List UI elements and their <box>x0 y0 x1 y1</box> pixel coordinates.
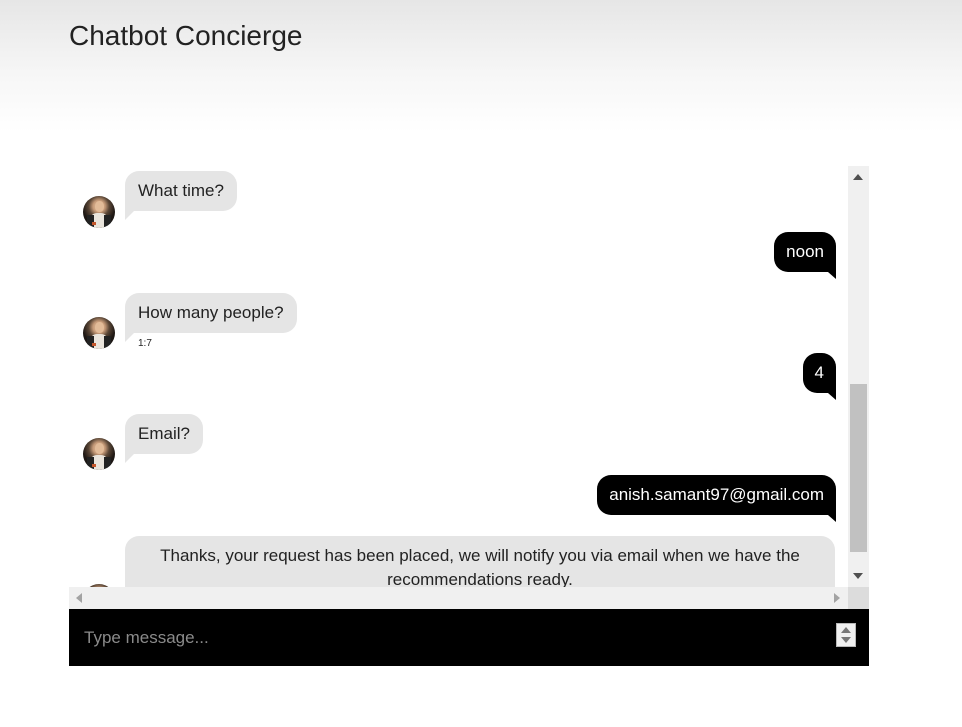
vertical-scrollbar[interactable] <box>848 166 869 587</box>
page-header: Chatbot Concierge <box>0 0 962 132</box>
bot-message-bubble: How many people? <box>125 293 297 342</box>
number-spinner-icon[interactable] <box>836 623 856 647</box>
chat-window: What time? noon How many people? 1:7 4 E… <box>69 166 869 609</box>
user-message-bubble: anish.samant97@gmail.com <box>597 475 836 522</box>
chat-message-list[interactable]: What time? noon How many people? 1:7 4 E… <box>69 166 848 587</box>
bot-message-bubble: Thanks, your request has been placed, we… <box>125 536 835 587</box>
bot-avatar <box>83 317 115 349</box>
scroll-left-arrow-icon[interactable] <box>76 593 82 603</box>
message-composer <box>69 609 869 666</box>
page-title: Chatbot Concierge <box>69 20 303 51</box>
spinner-down-icon[interactable] <box>841 637 851 643</box>
user-message-bubble: noon <box>774 232 836 279</box>
bot-avatar <box>83 438 115 470</box>
horizontal-scrollbar[interactable] <box>69 587 848 609</box>
message-input[interactable] <box>69 609 829 666</box>
bot-message-bubble: Email? <box>125 414 203 463</box>
bot-avatar <box>83 196 115 228</box>
scrollbar-corner <box>848 587 869 609</box>
message-timestamp: 1:7 <box>138 338 152 349</box>
bot-message-bubble: What time? <box>125 171 237 220</box>
scroll-up-arrow-icon[interactable] <box>853 174 863 180</box>
user-message-bubble: 4 <box>802 353 837 400</box>
spinner-up-icon[interactable] <box>841 627 851 633</box>
scroll-right-arrow-icon[interactable] <box>834 593 840 603</box>
scroll-down-arrow-icon[interactable] <box>853 573 863 579</box>
vertical-scroll-thumb[interactable] <box>850 384 867 552</box>
